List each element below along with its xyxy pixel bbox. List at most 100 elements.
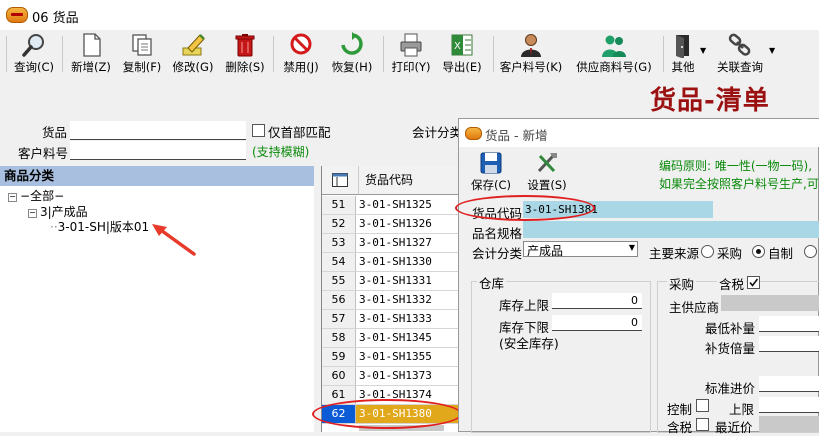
person-icon (521, 34, 541, 57)
new-button[interactable]: 新增(Z) (66, 32, 116, 76)
row-number: 58 (322, 329, 356, 347)
coding-rule-hint-2: 如果完全按照客户料号生产,可 (659, 177, 819, 191)
collapse-icon[interactable]: − (8, 193, 17, 202)
table-row[interactable]: 58 3-01-SH1345 (322, 329, 460, 348)
tree-node-version[interactable]: ··3-01-SH|版本01 (50, 218, 149, 235)
row-number: 55 (322, 272, 356, 290)
tax-checkbox[interactable] (747, 276, 760, 289)
reorder-multiple-label: 补货倍量 (705, 341, 756, 356)
magnifier-icon (22, 34, 44, 57)
source-selfmade-radio[interactable] (752, 245, 765, 258)
dialog-save-label: 保存(C) (470, 178, 511, 192)
supplier-code-button[interactable]: 供应商料号(G) (570, 32, 658, 76)
disable-label: 禁用(J) (283, 60, 319, 74)
stock-lower-input[interactable]: 0 (552, 315, 642, 331)
tax2-label: 含税 (667, 420, 693, 435)
table-row[interactable]: 57 3-01-SH1333 (322, 310, 460, 329)
table-row[interactable]: 59 3-01-SH1355 (322, 348, 460, 367)
toolbar-separator (62, 36, 63, 72)
tree-node-label: 全部 (30, 189, 55, 203)
control-checkbox[interactable] (696, 399, 709, 412)
customer-code-filter-label: 客户料号 (18, 146, 69, 161)
main-source-label: 主要来源 (649, 246, 700, 261)
dialog-logo-icon (465, 127, 482, 140)
warehouse-group-label: 仓库 (477, 273, 507, 292)
table-row[interactable]: 52 3-01-SH1326 (322, 215, 460, 234)
customer-code-filter-input[interactable] (70, 141, 246, 160)
tree-node-all[interactable]: − −全部− (8, 187, 64, 204)
reorder-multiple-input[interactable] (759, 336, 819, 352)
goods-filter-input[interactable] (70, 121, 246, 140)
row-number: 54 (322, 253, 356, 271)
source-purchase-label: 采购 (717, 246, 743, 261)
account-category-label: 会计分类 (472, 246, 523, 261)
recent-price-input[interactable] (759, 416, 819, 432)
source-other-radio[interactable] (804, 245, 817, 258)
dialog-save-button[interactable]: 保存(C) (467, 150, 515, 194)
table-row[interactable]: 56 3-01-SH1332 (322, 291, 460, 310)
stock-upper-label: 库存上限 (499, 298, 550, 313)
goods-filter-label: 货品 (42, 125, 68, 140)
customer-code-label: 客户料号(K) (499, 60, 563, 74)
chevron-down-icon: ▼ (628, 243, 635, 252)
name-spec-input[interactable] (523, 221, 819, 238)
account-category-value: 产成品 (527, 244, 564, 258)
dialog-settings-button[interactable]: 设置(S) (523, 150, 571, 194)
toolbar-separator (6, 36, 7, 72)
edit-button[interactable]: 修改(G) (168, 32, 218, 76)
delete-button[interactable]: 删除(S) (220, 32, 270, 76)
tax2-checkbox[interactable] (696, 418, 709, 431)
dialog-settings-label: 设置(S) (527, 178, 567, 192)
upper-limit-label: 上限 (729, 402, 755, 417)
related-query-button[interactable]: 关联查询 (712, 32, 768, 76)
source-selfmade-label: 自制 (768, 246, 794, 261)
table-row[interactable]: 60 3-01-SH1373 (322, 367, 460, 386)
source-purchase-radio[interactable] (701, 245, 714, 258)
other-button[interactable]: 其他 (667, 32, 699, 76)
new-label: 新增(Z) (71, 60, 111, 74)
stock-upper-input[interactable]: 0 (552, 293, 642, 309)
table-row[interactable]: 55 3-01-SH1331 (322, 272, 460, 291)
other-dropdown-arrow-icon[interactable]: ▼ (700, 46, 706, 55)
print-button[interactable]: 打印(Y) (387, 32, 435, 76)
upper-limit-input[interactable] (759, 397, 819, 413)
table-row[interactable]: 53 3-01-SH1327 (322, 234, 460, 253)
query-button[interactable]: 查询(C) (10, 32, 58, 76)
copy-button[interactable]: 复制(F) (117, 32, 167, 76)
page-title: 货品-清单 (650, 86, 770, 116)
account-category-select[interactable]: 产成品 ▼ (523, 241, 638, 258)
column-header-goods-code[interactable]: 货品代码 (359, 166, 460, 195)
related-query-dropdown-arrow-icon[interactable]: ▼ (769, 46, 775, 55)
coding-rule-hint: 编码原则: 唯一性(一物一码), (659, 159, 813, 173)
disable-button[interactable]: 禁用(J) (277, 32, 325, 76)
restore-button[interactable]: 恢复(H) (327, 32, 377, 76)
edit-label: 修改(G) (172, 60, 214, 74)
grid-table-icon (332, 173, 348, 187)
purchase-group-label: 采购 (667, 274, 697, 293)
main-supplier-input[interactable] (721, 295, 819, 311)
row-goods-code: 3-01-SH1325 (359, 198, 432, 211)
collapse-icon[interactable]: − (28, 209, 37, 218)
chain-link-icon (728, 33, 751, 56)
row-number: 51 (322, 196, 356, 214)
row-goods-code: 3-01-SH1326 (359, 217, 432, 230)
min-reorder-input[interactable] (759, 316, 819, 332)
first-match-checkbox[interactable] (252, 124, 265, 137)
table-row[interactable]: 51 3-01-SH1325 (322, 196, 460, 215)
toolbar-separator (273, 36, 274, 72)
table-row[interactable]: 54 3-01-SH1330 (322, 253, 460, 272)
copy-label: 复制(F) (122, 60, 162, 74)
excel-export-icon: X (451, 34, 473, 56)
new-goods-dialog: 货品 - 新增 保存(C) 设置(S) 编码原则: 唯一性(一物一码), 如果完… (455, 118, 819, 435)
app-logo-icon (6, 7, 28, 23)
supplier-code-label: 供应商料号(G) (576, 60, 652, 74)
customer-code-button[interactable]: 客户料号(K) (497, 32, 565, 76)
export-button[interactable]: X 导出(E) (437, 32, 487, 76)
annotation-arrow-icon (152, 224, 196, 256)
toolbar-separator (663, 36, 664, 72)
row-goods-code: 3-01-SH1331 (359, 274, 432, 287)
standard-price-input[interactable] (759, 376, 819, 392)
category-tree-panel: 商品分类 − −全部− −3|产成品 ··3-01-SH|版本01 (0, 166, 314, 432)
delete-label: 删除(S) (225, 60, 265, 74)
row-goods-code: 3-01-SH1373 (359, 369, 432, 382)
